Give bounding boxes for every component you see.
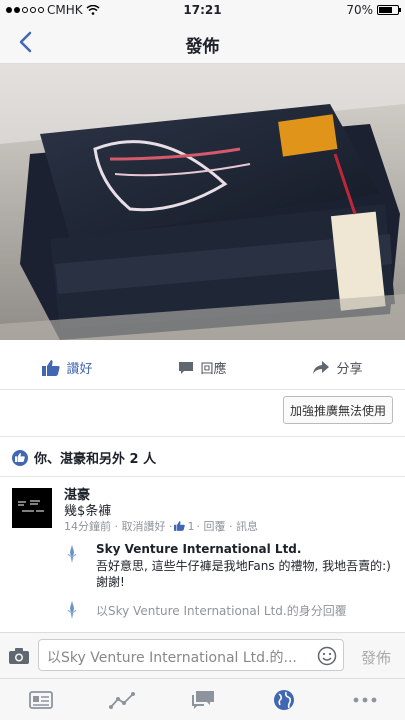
battery-status: 70%: [346, 3, 401, 17]
page-logo-icon[interactable]: [60, 542, 84, 566]
thumbs-up-icon: [42, 359, 61, 376]
comment-label: 回應: [200, 362, 227, 377]
tab-page[interactable]: [0, 679, 81, 720]
like-reaction-icon: [12, 449, 28, 466]
more-dots-icon: [353, 697, 376, 702]
comment-text: 幾$条褲: [64, 504, 112, 519]
like-action[interactable]: 讚好: [0, 346, 135, 389]
tab-more[interactable]: [324, 679, 405, 720]
tab-notifications[interactable]: [243, 679, 324, 720]
boost-button[interactable]: 加強推廣無法使用: [282, 396, 393, 424]
comment-reply-message[interactable]: · 回覆 · 訊息: [196, 518, 257, 534]
jeans-photo-illustration: [0, 64, 405, 340]
status-bar: CMHK 17:21 70%: [0, 0, 405, 20]
likers-text: 你、湛豪和另外 2 人: [34, 452, 157, 467]
insights-chart-icon: [108, 691, 135, 709]
post-photo[interactable]: [0, 64, 405, 340]
comment-input-placeholder: 以Sky Venture International Ltd.的...: [47, 650, 297, 666]
bottom-tab-bar: [0, 678, 405, 720]
tab-messages[interactable]: [162, 679, 243, 720]
post-button[interactable]: 發佈: [361, 647, 391, 668]
comment-time-unlike[interactable]: 14分鐘前 · 取消讚好 ·: [64, 518, 172, 534]
comment-item: 湛豪 幾$条褲 14分鐘前 · 取消讚好 · 1 · 回覆 · 訊息: [12, 484, 397, 533]
reply-as-page[interactable]: 以Sky Venture International Ltd.的身分回覆: [60, 598, 395, 622]
divider: [0, 436, 405, 437]
globe-icon: [273, 689, 294, 710]
status-time: 17:21: [183, 3, 222, 17]
likers-summary[interactable]: 你、湛豪和另外 2 人: [12, 448, 156, 467]
messages-bubble-icon: [191, 690, 214, 709]
share-label: 分享: [336, 362, 363, 377]
share-action[interactable]: 分享: [270, 346, 405, 389]
comment-composer: 以Sky Venture International Ltd.的... 發佈: [0, 632, 405, 678]
comment-like-count: 1: [187, 519, 195, 533]
commenter-avatar[interactable]: [12, 488, 52, 528]
comment-input[interactable]: 以Sky Venture International Ltd.的...: [38, 639, 344, 671]
emoji-icon[interactable]: [317, 646, 337, 666]
reply-text: 吾好意思, 這些牛仔褲是我地Fans 的禮物, 我地吾賣的:) 謝謝!: [96, 559, 391, 589]
page-logo-icon: [60, 598, 84, 622]
navigation-bar: 發佈: [0, 20, 405, 64]
page-card-icon: [28, 690, 53, 709]
like-count-icon: [174, 521, 186, 531]
comment-bubble-icon: [179, 361, 194, 374]
comment-meta: 14分鐘前 · 取消讚好 · 1 · 回覆 · 訊息: [64, 518, 258, 534]
page-title: 發佈: [185, 37, 220, 57]
battery-percent: 70%: [346, 3, 373, 17]
page-reply: Sky Venture International Ltd. 吾好意思, 這些牛…: [60, 542, 395, 602]
battery-icon: [377, 5, 401, 15]
reply-as-label: 以Sky Venture International Ltd.的身分回覆: [96, 604, 347, 618]
reply-author[interactable]: Sky Venture International Ltd.: [96, 542, 301, 556]
post-actions: 讚好 回應 分享: [0, 346, 405, 390]
camera-icon[interactable]: [8, 647, 30, 665]
tab-insights[interactable]: [81, 679, 162, 720]
divider: [0, 476, 405, 477]
share-arrow-icon: [313, 360, 330, 374]
comment-action[interactable]: 回應: [135, 346, 270, 389]
like-label: 讚好: [66, 362, 93, 377]
